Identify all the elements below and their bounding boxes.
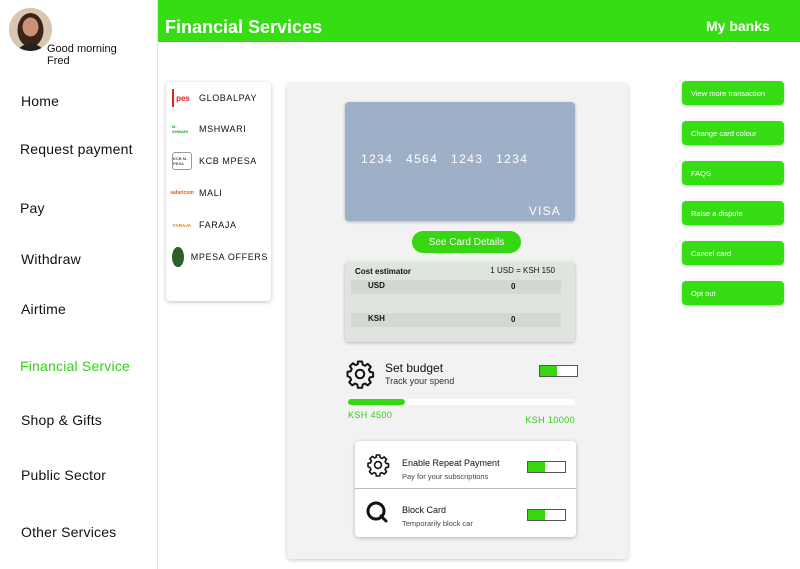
- faraja-logo-icon: FARAJA: [172, 216, 192, 234]
- nav-item-request-payment[interactable]: Request payment: [20, 141, 133, 157]
- bank-item-globalpay[interactable]: pes GLOBALPAY: [172, 87, 268, 109]
- block-card-title: Block Card: [402, 505, 447, 515]
- card-options: Enable Repeat Payment Pay for your subsc…: [355, 441, 576, 537]
- profile-photo-icon: [9, 8, 52, 51]
- budget-progress-bar: [348, 399, 575, 405]
- estimator-title: Cost estimator: [355, 267, 412, 276]
- set-budget-title: Set budget: [385, 361, 444, 375]
- toggle-fill: [540, 366, 557, 376]
- bank-item-mali[interactable]: safaricom MALI: [170, 182, 268, 204]
- bank-label: MALI: [199, 188, 223, 198]
- my-banks-link[interactable]: My banks: [706, 18, 770, 34]
- currency-label: KSH: [368, 314, 385, 323]
- bank-label: MSHWARI: [199, 124, 247, 134]
- mshwari-logo-text: M-SHWARI: [172, 124, 188, 134]
- page-title: Financial Services: [165, 17, 323, 37]
- block-card-icon: [366, 501, 388, 523]
- mali-logo-icon: safaricom: [170, 184, 194, 202]
- nav-item-financial-service[interactable]: Financial Service: [20, 358, 130, 374]
- budget-spent: KSH 4500: [348, 410, 393, 420]
- bank-label: KCB MPESA: [199, 156, 257, 166]
- nav-item-withdraw[interactable]: Withdraw: [21, 251, 81, 267]
- banks-list: pes GLOBALPAY M-SHWARI MSHWARI KCB M-PES…: [166, 82, 271, 301]
- bank-item-mpesa-offers[interactable]: MPESA OFFERS: [172, 246, 268, 268]
- see-card-details-button[interactable]: See Card Details: [412, 231, 521, 253]
- estimator-row-usd[interactable]: USD 0: [351, 280, 561, 294]
- repeat-payment-toggle[interactable]: [527, 461, 566, 473]
- set-budget-subtitle: Track your spend: [385, 376, 455, 386]
- user-name: Fred: [47, 55, 70, 67]
- card-brand: VISA: [528, 204, 561, 218]
- greeting-text: Good morning: [47, 43, 117, 55]
- kcb-mpesa-logo-text: KCB M-PESA: [173, 156, 188, 166]
- bank-label: MPESA OFFERS: [190, 252, 268, 262]
- currency-value: 0: [511, 282, 516, 291]
- nav-item-pay[interactable]: Pay: [20, 200, 45, 216]
- raise-dispute-button[interactable]: Raise a dispute: [682, 201, 784, 225]
- sidebar: Good morning Fred Home Request payment P…: [0, 0, 158, 569]
- set-budget-toggle[interactable]: [539, 365, 578, 377]
- budget-limit: KSH 10000: [525, 415, 575, 425]
- nav-item-other-services[interactable]: Other Services: [21, 524, 116, 540]
- nav-item-public-sector[interactable]: Public Sector: [21, 467, 106, 483]
- bank-label: GLOBALPAY: [199, 93, 258, 103]
- credit-card[interactable]: 1234 4564 1243 1234 VISA: [345, 102, 575, 221]
- divider: [355, 488, 576, 489]
- budget-progress-fill: [348, 399, 405, 405]
- avatar[interactable]: [9, 8, 52, 51]
- toggle-fill: [528, 510, 545, 520]
- currency-label: USD: [368, 281, 385, 290]
- card-number: 1234 4564 1243 1234: [361, 152, 529, 166]
- bank-item-mshwari[interactable]: M-SHWARI MSHWARI: [172, 118, 268, 140]
- toggle-fill: [528, 462, 545, 472]
- kcb-mpesa-logo-icon: KCB M-PESA: [172, 152, 192, 170]
- top-header: Financial Services My banks: [158, 0, 800, 42]
- repeat-payment-subtitle: Pay for your subscriptions: [402, 472, 489, 481]
- currency-value: 0: [511, 315, 516, 324]
- repeat-payment-title: Enable Repeat Payment: [402, 458, 500, 468]
- estimator-row-ksh[interactable]: KSH 0: [351, 313, 561, 327]
- gear-icon: [346, 360, 375, 389]
- greeting: Good morning Fred: [47, 43, 117, 67]
- bank-item-faraja[interactable]: FARAJA FARAJA: [172, 214, 268, 236]
- block-card-toggle[interactable]: [527, 509, 566, 521]
- change-card-colour-button[interactable]: Change card colour: [682, 121, 784, 145]
- cancel-card-button[interactable]: Cancel card: [682, 241, 784, 265]
- faqs-button[interactable]: FAQS: [682, 161, 784, 185]
- bank-label: FARAJA: [199, 220, 237, 230]
- gear-icon: [367, 454, 390, 477]
- faraja-logo-text: FARAJA: [172, 222, 191, 228]
- nav-item-shop-gifts[interactable]: Shop & Gifts: [21, 412, 102, 428]
- opt-out-button[interactable]: Opt out: [682, 281, 784, 305]
- cost-estimator: Cost estimator 1 USD = KSH 150 USD 0 KSH…: [345, 262, 575, 342]
- view-more-transaction-button[interactable]: View more transaction: [682, 81, 784, 105]
- mpesa-offers-logo-icon: [172, 247, 184, 267]
- card-panel: 1234 4564 1243 1234 VISA See Card Detail…: [287, 83, 628, 559]
- globalpay-logo-icon: pes: [172, 89, 192, 107]
- mali-logo-text: safaricom: [170, 190, 194, 196]
- exchange-rate: 1 USD = KSH 150: [490, 266, 555, 275]
- block-card-subtitle: Temporarily block car: [402, 519, 473, 528]
- mshwari-logo-icon: M-SHWARI: [172, 120, 192, 138]
- globalpay-logo-text: pes: [176, 93, 190, 103]
- nav-item-airtime[interactable]: Airtime: [21, 301, 66, 317]
- nav-item-home[interactable]: Home: [21, 93, 59, 109]
- bank-item-kcb-mpesa[interactable]: KCB M-PESA KCB MPESA: [172, 150, 268, 172]
